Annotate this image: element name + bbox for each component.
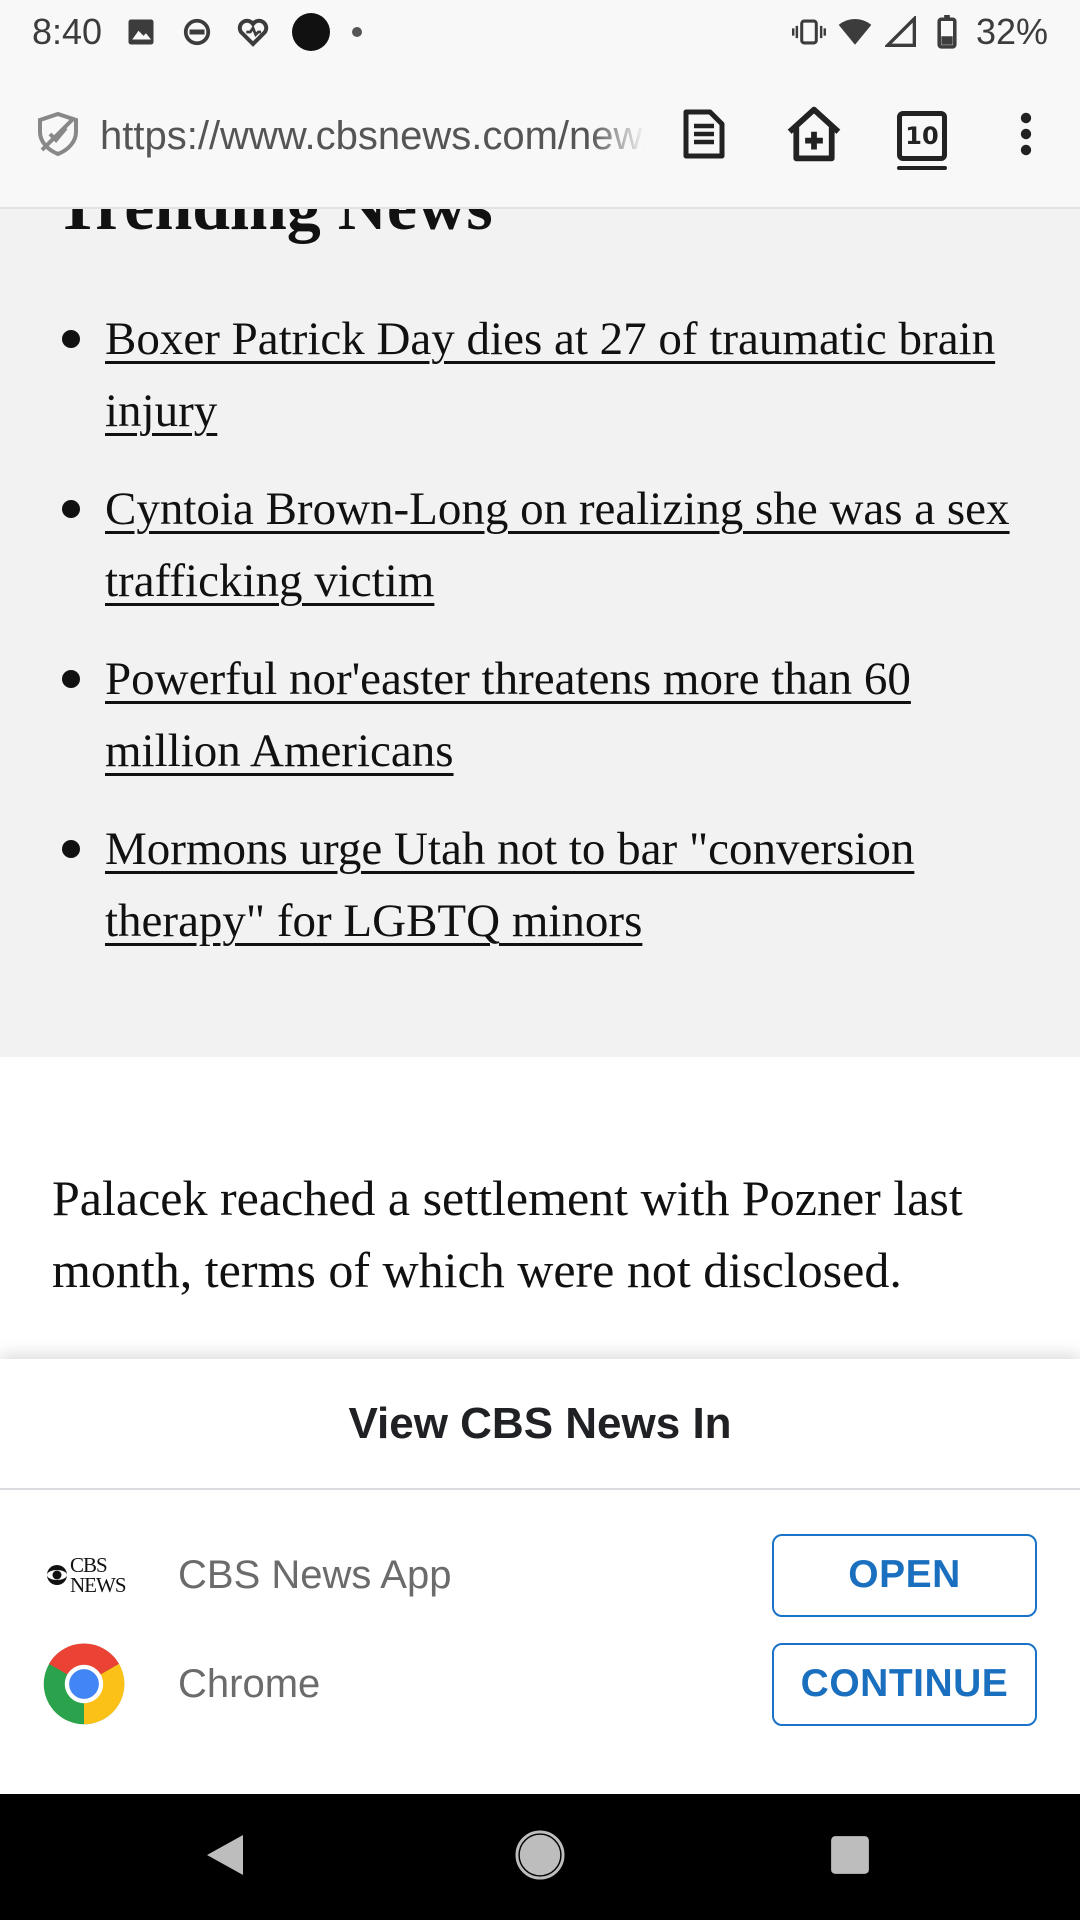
- status-time: 8:40: [32, 11, 103, 52]
- tabs-icon: 10: [897, 111, 947, 170]
- app-row-chrome: Chrome CONTINUE: [0, 1639, 1080, 1729]
- black-dot-icon: [292, 13, 331, 51]
- add-to-home-icon: [783, 104, 845, 169]
- overflow-menu-icon: [1020, 112, 1032, 161]
- trending-news-section: Trending News Boxer Patrick Day dies at …: [0, 209, 1080, 1057]
- recents-icon: [829, 1834, 871, 1881]
- vibrate-icon: [791, 15, 826, 49]
- app-row-cbs: CBS NEWS CBS News App OPEN: [0, 1530, 1080, 1620]
- bullet-icon: [62, 670, 80, 688]
- small-dot-icon: [352, 27, 363, 37]
- navigation-bar: [0, 1794, 1080, 1920]
- trending-title: Trending News: [55, 209, 493, 246]
- sheet-title: View CBS News In: [0, 1359, 1080, 1490]
- trending-link[interactable]: Cyntoia Brown-Long on realizing she was …: [105, 483, 1010, 607]
- recents-button[interactable]: [820, 1827, 880, 1887]
- home-button[interactable]: [510, 1827, 570, 1887]
- url-field[interactable]: https://www.cbsnews.com/news/: [100, 114, 646, 162]
- browser-toolbar: https://www.cbsnews.com/news/ 10: [0, 64, 1080, 209]
- overflow-menu-button[interactable]: [990, 100, 1062, 172]
- cbs-logo-text: CBS NEWS: [70, 1553, 127, 1597]
- trending-list: Boxer Patrick Day dies at 27 of traumati…: [55, 303, 1035, 983]
- back-icon: [203, 1831, 247, 1884]
- list-item: Powerful nor'easter threatens more than …: [55, 643, 1035, 787]
- open-in-app-sheet: View CBS News In CBS NEWS CBS News App O…: [0, 1359, 1080, 1794]
- list-item: Mormons urge Utah not to bar "conversion…: [55, 813, 1035, 957]
- back-button[interactable]: [195, 1827, 255, 1887]
- open-button[interactable]: OPEN: [772, 1533, 1037, 1617]
- list-item: Boxer Patrick Day dies at 27 of traumati…: [55, 303, 1035, 447]
- heart-icon: [236, 15, 270, 49]
- trending-link[interactable]: Boxer Patrick Day dies at 27 of traumati…: [105, 313, 995, 437]
- battery-percent: 32%: [975, 11, 1048, 52]
- sync-icon: [180, 15, 214, 49]
- signal-icon: [884, 15, 918, 49]
- reader-mode-button[interactable]: [668, 100, 740, 172]
- reader-mode-icon: [681, 108, 727, 165]
- tracking-protection-icon[interactable]: [34, 110, 82, 158]
- bullet-icon: [62, 500, 80, 518]
- image-icon: [124, 15, 158, 49]
- wifi-icon: [838, 15, 872, 49]
- cbs-news-logo-icon: CBS NEWS: [42, 1533, 127, 1617]
- article-paragraph: Palacek reached a settlement with Pozner…: [52, 1170, 963, 1298]
- app-name-chrome: Chrome: [178, 1661, 321, 1706]
- app-name-cbs: CBS News App: [178, 1552, 452, 1597]
- home-icon: [515, 1829, 565, 1885]
- continue-button[interactable]: CONTINUE: [772, 1642, 1037, 1726]
- list-item: Cyntoia Brown-Long on realizing she was …: [55, 473, 1035, 617]
- bullet-icon: [62, 330, 80, 348]
- chrome-logo-icon: [42, 1642, 126, 1726]
- status-bar: 8:40 32%: [0, 0, 1080, 64]
- url-fade: [590, 104, 646, 168]
- trending-link[interactable]: Mormons urge Utah not to bar "conversion…: [105, 823, 914, 947]
- bullet-icon: [62, 840, 80, 858]
- trending-link[interactable]: Powerful nor'easter threatens more than …: [105, 653, 911, 777]
- battery-icon: [930, 15, 964, 49]
- tabs-button[interactable]: 10: [886, 100, 958, 172]
- add-to-home-button[interactable]: [778, 100, 850, 172]
